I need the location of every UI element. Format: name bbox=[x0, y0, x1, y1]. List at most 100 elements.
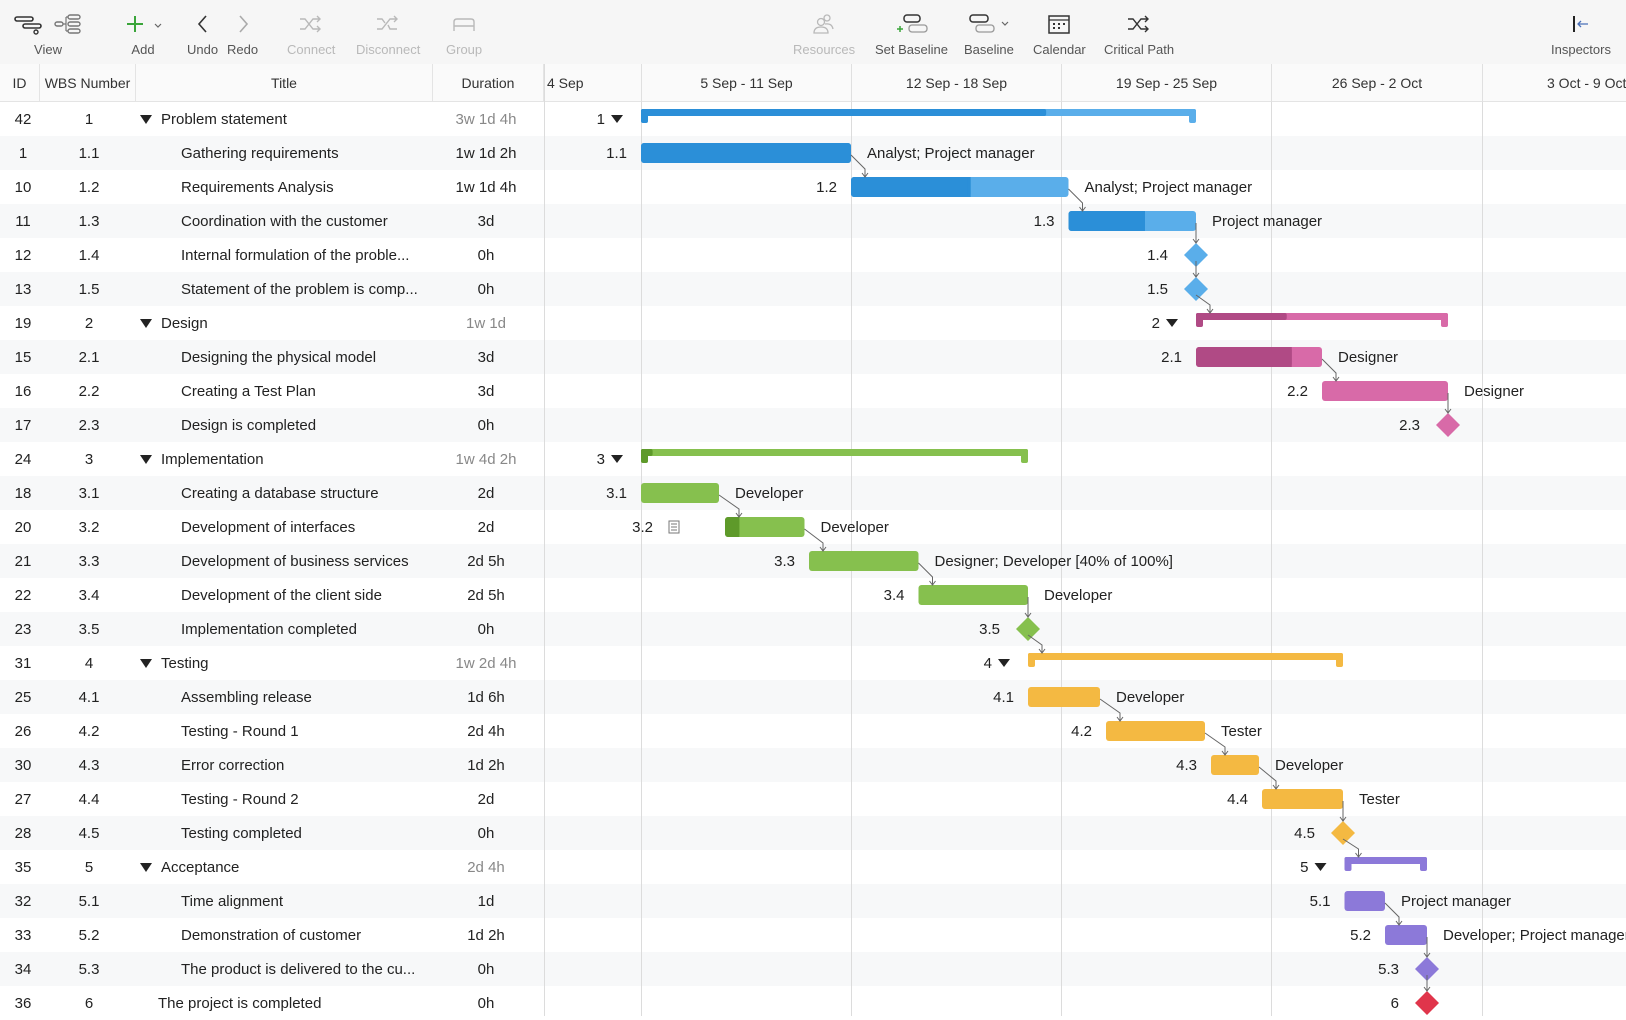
collapse-triangle-icon bbox=[611, 455, 623, 463]
column-header-duration[interactable]: Duration bbox=[433, 64, 544, 102]
gantt-item-3.1: 3.1 Developer bbox=[606, 483, 803, 503]
summary-bar bbox=[1028, 653, 1343, 660]
milestone-diamond bbox=[1415, 991, 1439, 1015]
resource-label: Project manager bbox=[1401, 893, 1511, 910]
undo-label: Undo bbox=[187, 42, 219, 57]
task-bar bbox=[1211, 755, 1259, 775]
connect-icon bbox=[300, 15, 322, 33]
task-bar bbox=[1262, 789, 1343, 809]
summary-bracket-left bbox=[1196, 313, 1203, 327]
resource-label: Tester bbox=[1359, 791, 1400, 808]
disconnect-button[interactable]: Disconnect bbox=[356, 10, 420, 57]
column-header-id[interactable]: ID bbox=[0, 64, 40, 102]
gantt-view-icon bbox=[14, 16, 42, 35]
resource-label: Analyst; Project manager bbox=[1085, 179, 1253, 196]
task-progress bbox=[641, 143, 851, 163]
timeline-week-header: 3 Oct - 9 Oct bbox=[1482, 64, 1626, 102]
resource-label: Analyst; Project manager bbox=[867, 145, 1035, 162]
baseline-button[interactable]: Baseline bbox=[964, 10, 1014, 57]
timeline-week-header: 4 Sep bbox=[547, 75, 584, 91]
critical-path-label: Critical Path bbox=[1104, 42, 1175, 57]
wbs-label: 1 bbox=[597, 111, 605, 128]
plus-icon bbox=[127, 16, 162, 32]
wbs-label: 5.2 bbox=[1350, 927, 1371, 944]
wbs-label: 4.2 bbox=[1071, 723, 1092, 740]
resources-button[interactable]: Resources bbox=[793, 10, 855, 57]
group-button[interactable]: Group bbox=[446, 10, 482, 57]
critical-path-button[interactable]: Critical Path bbox=[1104, 10, 1174, 57]
wbs-label: 3.2 bbox=[632, 519, 653, 536]
gantt-item-1.4: 1.4 bbox=[1147, 243, 1208, 267]
summary-bracket-left bbox=[1028, 653, 1035, 667]
redo-button[interactable]: Redo bbox=[227, 10, 258, 57]
wbs-label: 2.3 bbox=[1399, 417, 1420, 434]
gantt-item-4.2: 4.2 Tester bbox=[1071, 721, 1262, 741]
set-baseline-button[interactable]: Set Baseline bbox=[875, 10, 948, 57]
wbs-label: 1.3 bbox=[1034, 213, 1055, 230]
task-progress bbox=[1068, 211, 1145, 231]
wbs-label: 4.3 bbox=[1176, 757, 1197, 774]
calendar-label: Calendar bbox=[1033, 42, 1086, 57]
summary-bar bbox=[1344, 857, 1427, 864]
task-progress bbox=[851, 177, 971, 197]
set-baseline-label: Set Baseline bbox=[875, 42, 948, 57]
gantt-item-1.3: 1.3 Project manager bbox=[1034, 211, 1322, 231]
wbs-label: 1.1 bbox=[606, 145, 627, 162]
baseline-icon bbox=[969, 14, 1009, 33]
chevron-down-icon bbox=[1001, 21, 1009, 26]
timeline-week-header: 19 Sep - 25 Sep bbox=[1061, 64, 1271, 102]
wbs-label: 3.4 bbox=[884, 587, 905, 604]
inspectors-button[interactable]: Inspectors bbox=[1551, 10, 1611, 57]
gantt-item-4: 4 bbox=[984, 653, 1343, 672]
calendar-button[interactable]: Calendar bbox=[1033, 10, 1086, 57]
gantt-item-5.2: 5.2 Developer; Project manager bbox=[1350, 925, 1626, 945]
summary-bracket-right bbox=[1336, 653, 1343, 667]
task-progress-edge bbox=[736, 517, 740, 537]
add-button[interactable]: Add bbox=[122, 10, 164, 57]
gantt-item-4.1: 4.1 Developer bbox=[993, 687, 1184, 707]
milestone-diamond bbox=[1016, 617, 1040, 641]
note-icon-lines bbox=[671, 523, 677, 531]
chevron-left-icon bbox=[197, 15, 207, 33]
wbs-label: 2 bbox=[1152, 315, 1160, 332]
task-progress-edge bbox=[1288, 347, 1292, 367]
connect-button[interactable]: Connect bbox=[287, 10, 335, 57]
wbs-label: 5 bbox=[1300, 859, 1308, 876]
gantt-item-1: 1 bbox=[597, 109, 1196, 128]
baseline-label: Baseline bbox=[964, 42, 1014, 57]
gantt-item-3.2: 3.2 Developer bbox=[632, 517, 889, 537]
timeline-week-header: 12 Sep - 18 Sep bbox=[851, 64, 1061, 102]
resource-label: Developer; Project manager bbox=[1443, 927, 1626, 944]
summary-bracket-right bbox=[1441, 313, 1448, 327]
summary-bracket-right bbox=[1021, 449, 1028, 463]
wbs-label: 4.4 bbox=[1227, 791, 1248, 808]
wbs-label: 2.1 bbox=[1161, 349, 1182, 366]
resource-label: Developer bbox=[1275, 757, 1343, 774]
gantt-item-1.2: 1.2 Analyst; Project manager bbox=[816, 177, 1252, 197]
resource-label: Project manager bbox=[1212, 213, 1322, 230]
resources-icon bbox=[813, 14, 834, 34]
gantt-item-4.3: 4.3 Developer bbox=[1176, 755, 1343, 775]
toolbar: View Add Undo Redo Connect Disconnect Gr… bbox=[0, 0, 1626, 64]
resource-label: Developer bbox=[1044, 587, 1112, 604]
wbs-label: 3 bbox=[597, 451, 605, 468]
wbs-label: 3.3 bbox=[774, 553, 795, 570]
view-label: View bbox=[34, 42, 62, 57]
column-header-title[interactable]: Title bbox=[136, 64, 433, 102]
collapse-triangle-icon bbox=[998, 659, 1010, 667]
resource-label: Developer bbox=[735, 485, 803, 502]
summary-progress bbox=[641, 109, 1047, 116]
wbs-label: 5.3 bbox=[1378, 961, 1399, 978]
group-label: Group bbox=[446, 42, 483, 57]
view-button[interactable]: View bbox=[14, 10, 82, 57]
undo-button[interactable]: Undo bbox=[187, 10, 218, 57]
connect-label: Connect bbox=[287, 42, 336, 57]
gantt-item-5: 5 bbox=[1300, 857, 1427, 876]
summary-bar bbox=[641, 449, 1028, 456]
gantt-item-3.4: 3.4 Developer bbox=[884, 585, 1112, 605]
column-header-wbs[interactable]: WBS Number bbox=[40, 64, 136, 102]
wbs-label: 4 bbox=[984, 655, 992, 672]
resource-label: Designer bbox=[1464, 383, 1524, 400]
timeline-week-header: 5 Sep - 11 Sep bbox=[641, 64, 851, 102]
task-progress-edge bbox=[1142, 211, 1145, 231]
